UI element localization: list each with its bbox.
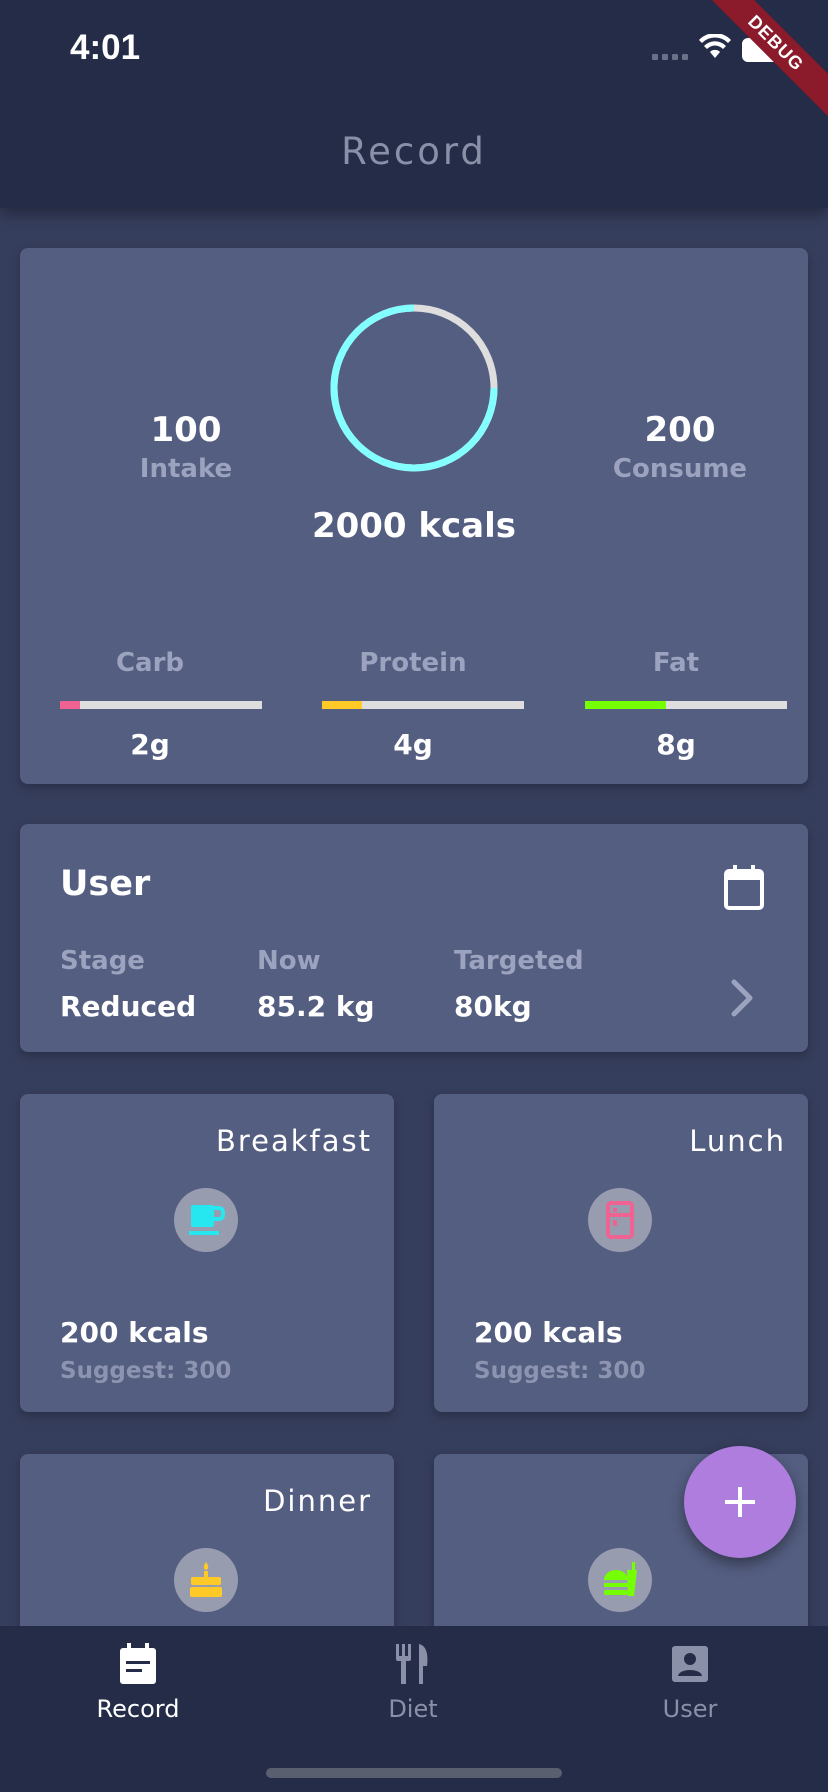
bottom-navigation: Record Diet User — [0, 1626, 828, 1792]
meal-title: Lunch — [689, 1124, 786, 1158]
record-screen: 4:01 DEBUG Record 100 Intake 200 Consume… — [0, 0, 828, 1792]
fat-label: Fat — [652, 648, 700, 678]
total-kcal: 2000 kcals — [311, 506, 517, 546]
nav-label-user: User — [662, 1695, 718, 1723]
nav-label-diet: Diet — [388, 1695, 438, 1723]
calendar-icon[interactable] — [722, 864, 766, 912]
fat-value: 8g — [656, 728, 696, 761]
meal-kcal: 200 kcals — [60, 1316, 209, 1349]
consume-value: 200 — [644, 410, 716, 450]
intake-label: Intake — [139, 454, 233, 484]
carb-value: 2g — [130, 728, 170, 761]
fat-progress-fill — [585, 701, 666, 709]
nav-tab-diet[interactable]: Diet — [313, 1642, 513, 1723]
protein-progress-fill — [322, 701, 363, 709]
app-header: 4:01 DEBUG Record — [0, 0, 828, 208]
fastfood-icon — [588, 1548, 652, 1612]
calorie-summary-card: 100 Intake 200 Consume 2000 kcals Carb 2… — [20, 248, 808, 784]
nav-tab-user[interactable]: User — [590, 1642, 790, 1723]
cellular-signal-icon — [652, 54, 688, 60]
meal-suggest: Suggest: 300 — [60, 1358, 232, 1384]
meal-card-lunch[interactable]: Lunch 200 kcals Suggest: 300 — [434, 1094, 808, 1412]
now-weight-value: 85.2 kg — [257, 990, 375, 1023]
carb-progress-fill — [60, 701, 81, 709]
target-weight-label: Targeted — [454, 946, 584, 976]
calorie-progress-ring — [330, 304, 498, 472]
consume-label: Consume — [612, 454, 748, 484]
carb-label: Carb — [115, 648, 185, 678]
page-title: Record — [341, 130, 487, 173]
record-icon — [120, 1643, 156, 1684]
fat-progress-bar — [585, 701, 787, 709]
coffee-cup-icon — [174, 1188, 238, 1252]
status-time: 4:01 — [70, 28, 141, 67]
stage-value: Reduced — [60, 990, 197, 1023]
meal-kcal: 200 kcals — [474, 1316, 623, 1349]
target-weight-value: 80kg — [454, 990, 532, 1023]
home-indicator — [266, 1768, 562, 1778]
account-box-icon — [672, 1646, 708, 1682]
meal-title: Dinner — [263, 1484, 372, 1518]
nav-label-record: Record — [96, 1695, 180, 1723]
protein-progress-bar — [322, 701, 524, 709]
cake-icon — [174, 1548, 238, 1612]
wifi-icon — [699, 34, 731, 58]
protein-value: 4g — [393, 728, 433, 761]
meal-title: Breakfast — [215, 1124, 372, 1158]
user-card-title: User — [60, 864, 151, 904]
plus-icon — [725, 1487, 755, 1517]
nav-tab-record[interactable]: Record — [38, 1642, 238, 1723]
debug-banner: DEBUG — [687, 0, 828, 132]
carb-progress-bar — [60, 701, 262, 709]
chevron-right-icon[interactable] — [730, 978, 756, 1018]
now-weight-label: Now — [257, 946, 321, 976]
intake-value: 100 — [150, 410, 222, 450]
restaurant-icon — [396, 1644, 428, 1684]
user-card[interactable]: User Stage Reduced Now 85.2 kg Targeted … — [20, 824, 808, 1052]
add-record-button[interactable] — [684, 1446, 796, 1558]
meal-card-breakfast[interactable]: Breakfast 200 kcals Suggest: 300 — [20, 1094, 394, 1412]
fridge-icon — [588, 1188, 652, 1252]
stage-label: Stage — [60, 946, 145, 976]
protein-label: Protein — [359, 648, 467, 678]
meal-suggest: Suggest: 300 — [474, 1358, 646, 1384]
